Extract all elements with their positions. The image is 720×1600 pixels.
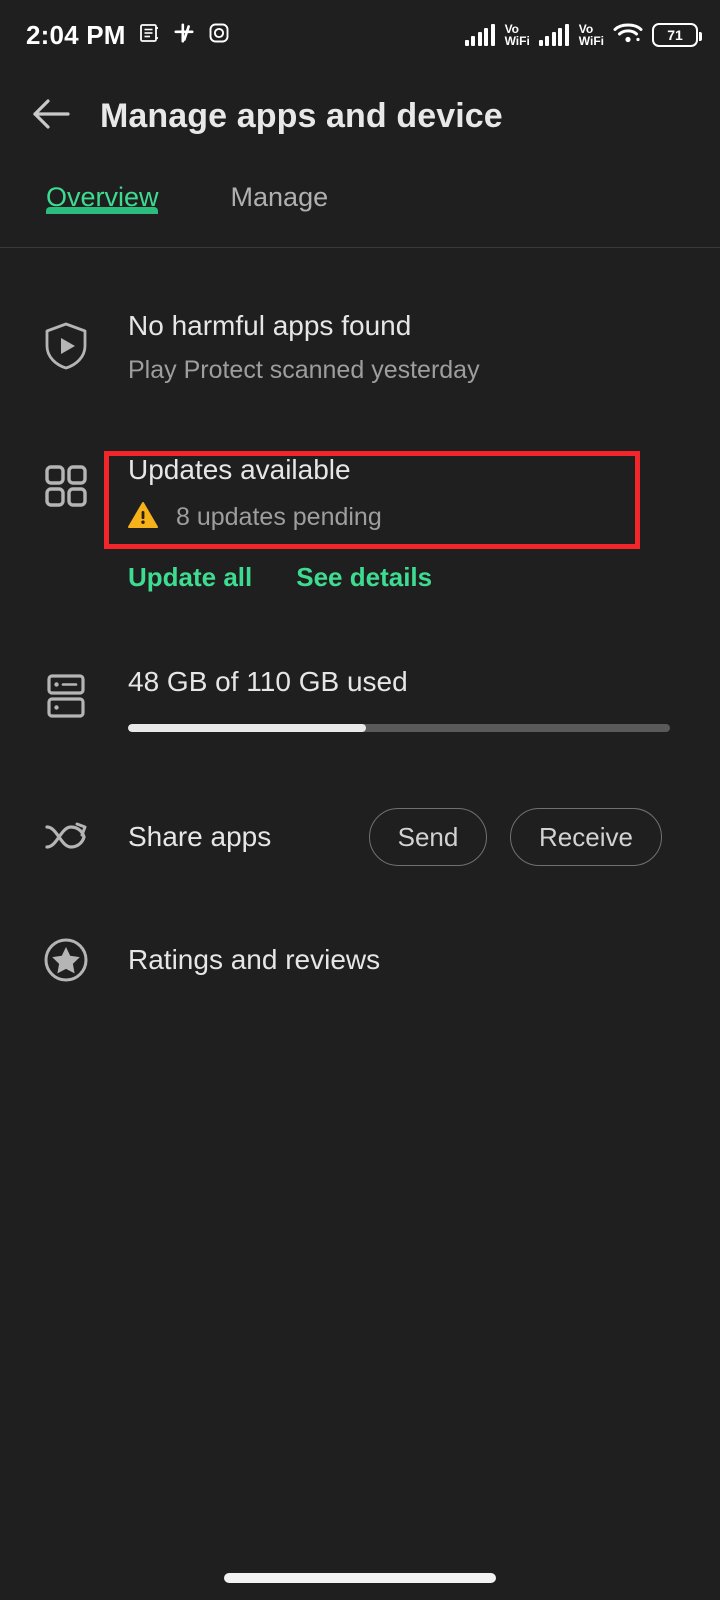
- ratings-and-reviews-label[interactable]: Ratings and reviews: [128, 944, 380, 976]
- app-bar: Manage apps and device: [0, 72, 720, 160]
- vowifi-label-sim1: Vo WiFi: [505, 23, 530, 47]
- battery-level-text: 71: [667, 27, 683, 43]
- updates-subtitle: 8 updates pending: [176, 503, 382, 531]
- status-bar-clock: 2:04 PM: [26, 19, 126, 50]
- signal-bars-sim2-icon: [538, 24, 569, 46]
- slack-icon: [172, 21, 196, 50]
- vowifi-bottom-sim1: WiFi: [504, 34, 530, 48]
- status-bar-left: 2:04 PM: [26, 20, 231, 51]
- update-all-button[interactable]: Update all: [128, 562, 252, 593]
- tab-manage[interactable]: Manage: [211, 178, 349, 213]
- instagram-icon: [207, 21, 231, 50]
- receive-button[interactable]: Receive: [510, 808, 662, 866]
- tab-active-indicator: [46, 207, 159, 214]
- play-protect-shield-icon: [42, 322, 90, 370]
- play-protect-title: No harmful apps found: [128, 310, 412, 341]
- tab-manage-label: Manage: [230, 182, 329, 212]
- send-button[interactable]: Send: [369, 808, 487, 866]
- back-arrow-icon: [30, 94, 74, 139]
- storage-progress-fill: [128, 724, 367, 732]
- back-button[interactable]: [22, 86, 82, 146]
- storage-block[interactable]: 48 GB of 110 GB used: [128, 666, 670, 732]
- play-protect-block[interactable]: No harmful apps found Play Protect scann…: [128, 308, 480, 386]
- page-title: Manage apps and device: [100, 96, 503, 135]
- wifi-icon: [613, 21, 643, 50]
- vowifi-bottom-sim2: WiFi: [578, 34, 604, 48]
- status-bar: 2:04 PM Vo WiFi Vo WiFi 71: [0, 0, 720, 70]
- tab-overview[interactable]: Overview: [26, 178, 179, 214]
- storage-icon: [42, 672, 90, 720]
- updates-title: Updates available: [128, 454, 351, 485]
- signal-bars-sim1-icon: [464, 24, 495, 46]
- updates-actions: Update all See details: [128, 562, 432, 593]
- play-protect-subtitle: Play Protect scanned yesterday: [128, 356, 480, 384]
- vowifi-label-sim2: Vo WiFi: [579, 23, 604, 47]
- tab-bar: Overview Manage: [0, 178, 720, 248]
- share-apps-row: Share apps Send Receive: [0, 808, 720, 866]
- updates-block[interactable]: Updates available 8 updates pending: [128, 452, 382, 534]
- storage-usage-text: 48 GB of 110 GB used: [128, 666, 408, 697]
- warning-triangle-icon: [128, 501, 158, 534]
- share-apps-label: Share apps: [128, 821, 272, 852]
- star-circle-icon: [42, 936, 90, 984]
- news-icon: [137, 21, 161, 50]
- see-details-button[interactable]: See details: [296, 562, 432, 593]
- home-indicator[interactable]: [224, 1573, 496, 1583]
- storage-progress-track: [128, 724, 670, 732]
- updates-subtitle-row: 8 updates pending: [128, 501, 382, 534]
- status-bar-right: Vo WiFi Vo WiFi 71: [464, 21, 702, 50]
- app-screen: 2:04 PM Vo WiFi Vo WiFi 71 Manage apps a…: [0, 0, 720, 1600]
- apps-grid-icon: [42, 462, 90, 510]
- battery-indicator: 71: [652, 23, 702, 47]
